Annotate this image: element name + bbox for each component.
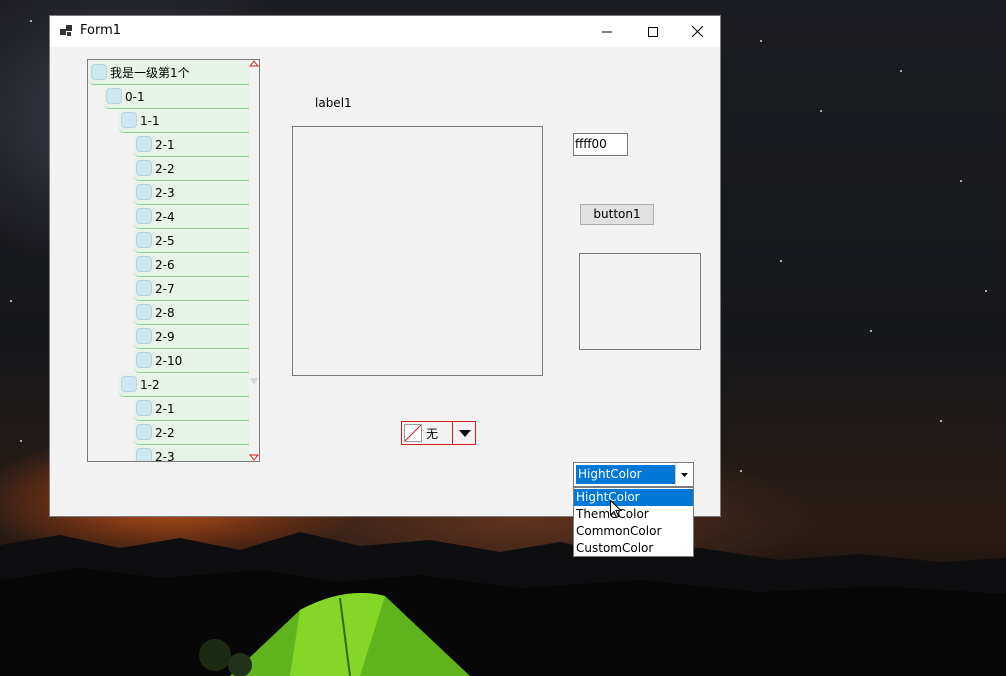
maximize-icon [648,26,658,37]
tree-node-label: 2-3 [155,450,175,462]
tree-node[interactable]: 2-5 [134,229,249,253]
tree-node[interactable]: 我是一级第1个 [89,61,249,85]
tree-node-checkbox[interactable] [136,136,152,152]
tree-scrollbar[interactable] [248,60,259,461]
tree-node[interactable]: 2-4 [134,205,249,229]
tree-node-checkbox[interactable] [91,64,107,80]
minimize-button[interactable] [584,16,630,47]
star [985,290,987,292]
tree-node-label: 我是一级第1个 [110,66,190,80]
color-picker-dropdown[interactable]: 无 [401,421,476,445]
tree-node[interactable]: 2-2 [134,157,249,181]
tree-node-label: 2-3 [155,186,175,200]
scrollbar-arrows-icon [248,60,259,461]
tree-node-label: 2-4 [155,210,175,224]
star [870,330,872,332]
maximize-button[interactable] [630,16,676,47]
tree-node-checkbox[interactable] [136,448,152,461]
minimize-icon [602,31,612,32]
tree-node[interactable]: 2-8 [134,301,249,325]
tree-node-label: 2-7 [155,282,175,296]
window-title: Form1 [80,23,122,38]
tree-view[interactable]: 我是一级第1个 0-1 1-1 2-1 2-2 2-3 2-4 2-5 2-6 2-7 2-8 2-9… [87,59,260,462]
tree-node-checkbox[interactable] [136,400,152,416]
tree-node[interactable]: 2-1 [134,397,249,421]
color-picker-dropdown-button[interactable] [452,422,476,444]
tree-node-label: 2-10 [155,354,183,368]
combobox-option[interactable]: CommonColor [574,523,693,540]
star [900,70,902,72]
combobox-option[interactable]: CustomColor [574,540,693,557]
tree-node-label: 2-5 [155,234,175,248]
combobox-dropdown-button[interactable] [675,463,693,486]
star [10,300,12,302]
mouse-cursor-icon [610,500,622,519]
tree-node[interactable]: 2-2 [134,421,249,445]
color-hex-textbox[interactable]: ffff00 [573,133,628,156]
close-icon [691,26,703,37]
tree-node-label: 2-9 [155,330,175,344]
tree-node-checkbox[interactable] [136,304,152,320]
tree-node[interactable]: 2-6 [134,253,249,277]
tree-node-checkbox[interactable] [121,376,137,392]
title-bar[interactable]: Form1 [50,16,720,47]
mountains-and-tent-scene [0,532,1006,676]
star [960,180,962,182]
tree-node[interactable]: 2-1 [134,133,249,157]
star [740,470,742,472]
tree-node-label: 2-1 [155,402,175,416]
tree-node-label: 1-1 [140,114,160,128]
chevron-down-icon [681,472,688,477]
tree-node[interactable]: 2-10 [134,349,249,373]
tree-node[interactable]: 2-3 [134,445,249,462]
form1-window: Form1 我是一级第1个 0-1 1-1 2-1 2-2 2-3 2-4 2-5 2-6 2-7… [49,15,721,517]
tree-node-label: 2-8 [155,306,175,320]
tree-node-checkbox[interactable] [136,256,152,272]
caret-down-icon [458,429,471,437]
tree-node[interactable]: 1-2 [119,373,249,397]
tree-node-checkbox[interactable] [136,184,152,200]
star [820,110,822,112]
tree-node[interactable]: 2-3 [134,181,249,205]
tree-node-label: 1-2 [140,378,160,392]
color-swatch [404,424,422,442]
app-icon [60,25,72,36]
no-color-icon [404,424,422,442]
tree-node-label: 2-2 [155,162,175,176]
tree-node-checkbox[interactable] [121,112,137,128]
star [760,40,762,42]
star [20,440,22,442]
tree-node-label: 2-2 [155,426,175,440]
tree-node[interactable]: 2-9 [134,325,249,349]
color-type-combobox[interactable]: HightColor [573,462,694,487]
tree-node[interactable]: 1-1 [119,109,249,133]
combobox-option[interactable]: HightColor [574,489,693,506]
label1: label1 [315,96,352,110]
combobox-selected-value: HightColor [576,465,675,484]
tree-node-checkbox[interactable] [106,88,122,104]
tree-node-checkbox[interactable] [136,160,152,176]
star [940,420,942,422]
combobox-option[interactable]: ThemeColor [574,506,693,523]
tree-node-label: 0-1 [125,90,145,104]
tree-node[interactable]: 2-7 [134,277,249,301]
star [30,20,32,22]
tree-node-checkbox[interactable] [136,328,152,344]
tree-node-label: 2-6 [155,258,175,272]
tree-node[interactable]: 0-1 [104,85,249,109]
star [780,260,782,262]
panel-large [292,126,543,376]
close-button[interactable] [674,16,720,47]
tree-node-checkbox[interactable] [136,280,152,296]
button1[interactable]: button1 [580,204,654,225]
tree-node-checkbox[interactable] [136,352,152,368]
tree-node-checkbox[interactable] [136,424,152,440]
panel-small [579,253,701,350]
tree-node-checkbox[interactable] [136,208,152,224]
color-picker-value: 无 [426,427,439,441]
tree-node-checkbox[interactable] [136,232,152,248]
combobox-dropdown-list: HightColor ThemeColor CommonColor Custom… [573,487,694,557]
tree-node-label: 2-1 [155,138,175,152]
